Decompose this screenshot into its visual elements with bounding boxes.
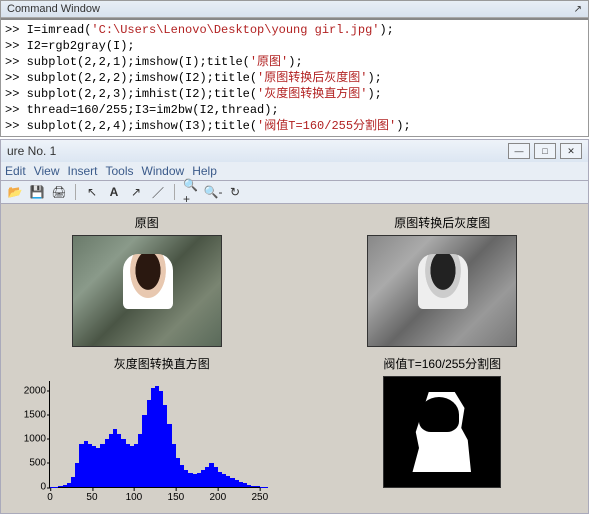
subplot-1-title: 原图 bbox=[135, 214, 159, 231]
subplot-4-title: 阀值T=160/255分割图 bbox=[383, 355, 501, 372]
text-icon[interactable]: A bbox=[106, 184, 122, 200]
threshold-image bbox=[383, 376, 501, 488]
command-line: >> subplot(2,2,2);imshow(I2);title('原图转换… bbox=[5, 70, 584, 86]
arrow-icon[interactable]: ↗ bbox=[128, 184, 144, 200]
subplot-2: 原图转换后灰度图 bbox=[305, 214, 581, 347]
x-tick-label: 50 bbox=[86, 492, 97, 503]
y-tick-label: 500 bbox=[12, 457, 46, 468]
close-button[interactable]: ✕ bbox=[560, 143, 582, 159]
grayscale-image bbox=[367, 235, 517, 347]
print-icon[interactable]: 🖨 bbox=[51, 184, 67, 200]
x-tick-label: 250 bbox=[251, 492, 268, 503]
separator bbox=[174, 184, 175, 200]
command-window-titlebar: Command Window ↗ bbox=[1, 1, 588, 18]
figure-content: 原图 原图转换后灰度图 灰度图转换直方图 0 500 1000 1500 2000 0 50… bbox=[0, 204, 589, 514]
pointer-icon[interactable]: ↖ bbox=[84, 184, 100, 200]
maximize-button[interactable]: □ bbox=[534, 143, 556, 159]
command-line: >> subplot(2,2,4);imshow(I3);title('阀值T=… bbox=[5, 118, 584, 134]
x-tick-label: 100 bbox=[126, 492, 143, 503]
command-line: >> subplot(2,2,3);imhist(I2);title('灰度图转… bbox=[5, 86, 584, 102]
subplot-3: 灰度图转换直方图 0 500 1000 1500 2000 0 50 100 150 200 250 bbox=[9, 355, 285, 506]
menu-insert[interactable]: Insert bbox=[67, 164, 97, 178]
command-window-title: Command Window bbox=[7, 3, 100, 15]
menu-view[interactable]: View bbox=[34, 164, 60, 178]
x-tick-label: 0 bbox=[47, 492, 53, 503]
command-line: >> thread=160/255;I3=im2bw(I2,thread); bbox=[5, 102, 584, 118]
histogram-bars bbox=[50, 381, 264, 487]
y-tick-label: 0 bbox=[12, 482, 46, 493]
x-tick-label: 200 bbox=[209, 492, 226, 503]
menu-window[interactable]: Window bbox=[142, 164, 185, 178]
figure-menubar: Edit View Insert Tools Window Help bbox=[0, 162, 589, 180]
line-icon[interactable]: ／ bbox=[150, 184, 166, 200]
figure-window: ure No. 1 — □ ✕ Edit View Insert Tools Windo… bbox=[0, 139, 589, 514]
subplot-1: 原图 bbox=[9, 214, 285, 347]
original-image bbox=[72, 235, 222, 347]
command-line: >> I=imread('C:\Users\Lenovo\Desktop\you… bbox=[5, 22, 584, 38]
command-line: >> I2=rgb2gray(I); bbox=[5, 38, 584, 54]
separator bbox=[75, 184, 76, 200]
histogram-plot: 0 500 1000 1500 2000 0 50 100 150 200 250 bbox=[9, 376, 269, 506]
undock-icon[interactable]: ↗ bbox=[574, 4, 582, 15]
menu-help[interactable]: Help bbox=[192, 164, 217, 178]
figure-titlebar: ure No. 1 — □ ✕ bbox=[0, 139, 589, 162]
zoom-out-icon[interactable]: 🔍- bbox=[205, 184, 221, 200]
command-window: Command Window ↗ >> I=imread('C:\Users\L… bbox=[0, 0, 589, 137]
subplot-4: 阀值T=160/255分割图 bbox=[305, 355, 581, 506]
rotate-icon[interactable]: ↻ bbox=[227, 184, 243, 200]
figure-title: ure No. 1 bbox=[7, 144, 56, 158]
command-window-body[interactable]: >> I=imread('C:\Users\Lenovo\Desktop\you… bbox=[1, 18, 588, 136]
command-line: >> subplot(2,2,1);imshow(I);title('原图'); bbox=[5, 54, 584, 70]
y-tick-label: 1500 bbox=[12, 409, 46, 420]
subplot-3-title: 灰度图转换直方图 bbox=[114, 355, 210, 372]
subplot-grid: 原图 原图转换后灰度图 灰度图转换直方图 0 500 1000 1500 2000 0 50… bbox=[9, 214, 580, 505]
minimize-button[interactable]: — bbox=[508, 143, 530, 159]
subplot-2-title: 原图转换后灰度图 bbox=[394, 214, 490, 231]
x-tick-label: 150 bbox=[168, 492, 185, 503]
open-icon[interactable]: 📂 bbox=[7, 184, 23, 200]
menu-edit[interactable]: Edit bbox=[5, 164, 26, 178]
histogram-axes: 0500100015002000050100150200250 bbox=[49, 381, 264, 488]
y-tick-label: 1000 bbox=[12, 433, 46, 444]
y-tick-label: 2000 bbox=[12, 385, 46, 396]
window-buttons: — □ ✕ bbox=[508, 143, 582, 159]
save-icon[interactable]: 💾 bbox=[29, 184, 45, 200]
figure-toolbar: 📂 💾 🖨 ↖ A ↗ ／ 🔍+ 🔍- ↻ bbox=[0, 180, 589, 204]
zoom-in-icon[interactable]: 🔍+ bbox=[183, 184, 199, 200]
menu-tools[interactable]: Tools bbox=[106, 164, 134, 178]
